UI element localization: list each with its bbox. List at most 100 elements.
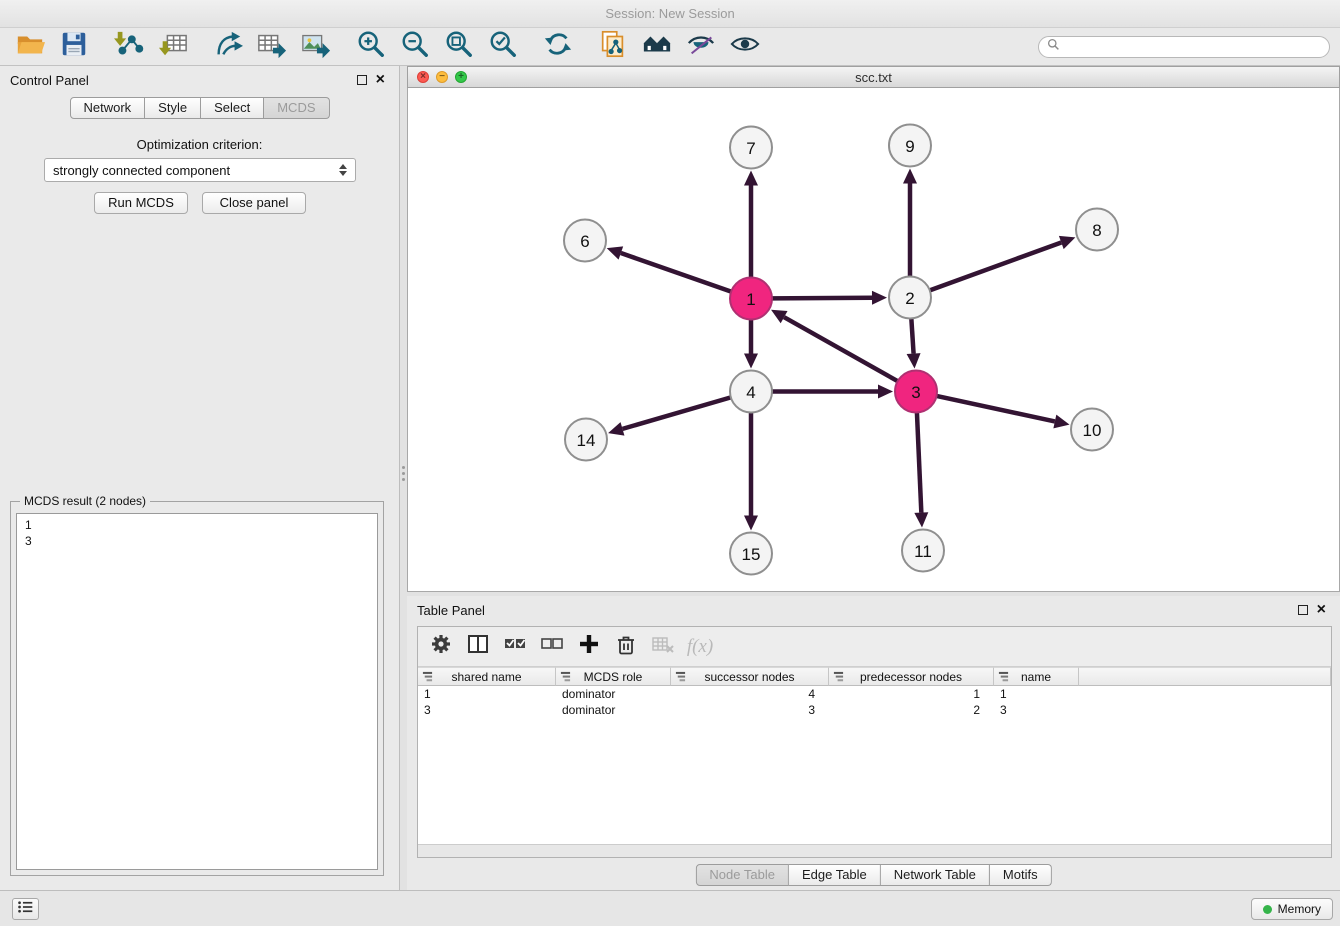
tab-node-table[interactable]: Node Table <box>695 864 789 886</box>
function-builder-icon: f(x) <box>687 636 713 658</box>
list-icon <box>17 900 34 919</box>
import-network-button[interactable] <box>109 30 149 64</box>
edge-2-9[interactable] <box>903 169 917 277</box>
column-header-name[interactable]: name <box>994 667 1079 686</box>
run-mcds-button[interactable]: Run MCDS <box>94 192 188 214</box>
table-horizontal-scrollbar[interactable] <box>418 844 1331 857</box>
node-15[interactable]: 15 <box>730 533 772 575</box>
table-row[interactable]: 1dominator411 <box>418 686 1331 702</box>
tab-network-table[interactable]: Network Table <box>881 864 990 886</box>
zoom-out-button[interactable] <box>395 30 435 64</box>
tab-motifs[interactable]: Motifs <box>990 864 1052 886</box>
zoom-in-button[interactable] <box>351 30 391 64</box>
zoom-fit-button[interactable] <box>439 30 479 64</box>
import-table-button[interactable] <box>153 30 193 64</box>
column-header-mcds-role[interactable]: MCDS role <box>556 667 671 686</box>
edge-4-3[interactable] <box>772 385 893 399</box>
window-minimize-button[interactable]: − <box>436 71 448 83</box>
apply-layout-button[interactable] <box>538 30 578 64</box>
float-table-window-icon[interactable] <box>1298 605 1308 615</box>
tab-mcds[interactable]: MCDS <box>264 97 329 119</box>
cell-shared-name[interactable]: 1 <box>418 686 556 702</box>
close-table-panel-icon[interactable]: × <box>1317 603 1326 617</box>
command-panel-button[interactable] <box>12 898 39 920</box>
edge-1-6[interactable] <box>607 246 731 291</box>
memory-button[interactable]: Memory <box>1251 898 1333 920</box>
window-close-button[interactable]: × <box>417 71 429 83</box>
node-1[interactable]: 1 <box>730 278 772 320</box>
cell-predecessor-nodes[interactable]: 1 <box>829 686 994 702</box>
edge-2-3[interactable] <box>907 318 921 368</box>
edge-1-7[interactable] <box>744 171 758 278</box>
search-box[interactable] <box>1038 36 1330 58</box>
show-columns-button[interactable] <box>463 632 493 662</box>
node-14[interactable]: 14 <box>565 419 607 461</box>
node-8[interactable]: 8 <box>1076 209 1118 251</box>
node-2[interactable]: 2 <box>889 277 931 319</box>
export-image-button[interactable] <box>296 30 336 64</box>
network-canvas[interactable]: 7 9 6 8 1 2 4 3 14 10 15 11 <box>408 88 1339 591</box>
export-table-button[interactable] <box>252 30 292 64</box>
node-label-2: 2 <box>905 289 914 308</box>
node-10[interactable]: 10 <box>1071 409 1113 451</box>
tab-select[interactable]: Select <box>201 97 264 119</box>
cell-name[interactable]: 3 <box>994 702 1079 718</box>
column-header-filler <box>1079 667 1331 686</box>
node-11[interactable]: 11 <box>902 530 944 572</box>
zoom-selected-button[interactable] <box>483 30 523 64</box>
cell-mcds-role[interactable]: dominator <box>556 686 671 702</box>
cell-shared-name[interactable]: 3 <box>418 702 556 718</box>
vertical-splitter[interactable] <box>400 66 407 890</box>
column-header-shared-name[interactable]: shared name <box>418 667 556 686</box>
close-panel-button[interactable]: Close panel <box>202 192 306 214</box>
float-window-icon[interactable] <box>357 75 367 85</box>
close-panel-icon[interactable]: × <box>376 73 385 87</box>
edge-2-8[interactable] <box>930 236 1076 290</box>
edge-3-11[interactable] <box>914 412 928 527</box>
delete-column-button[interactable] <box>611 632 641 662</box>
export-network-button[interactable] <box>208 30 248 64</box>
network-canvas-container: 7 9 6 8 1 2 4 3 14 10 15 11 <box>407 88 1340 592</box>
edge-4-14[interactable] <box>608 397 731 435</box>
table-settings-button[interactable] <box>426 632 456 662</box>
column-header-label: predecessor nodes <box>860 670 962 684</box>
node-7[interactable]: 7 <box>730 127 772 169</box>
tab-style[interactable]: Style <box>145 97 201 119</box>
search-input[interactable] <box>1065 40 1329 54</box>
edge-1-4[interactable] <box>744 320 758 369</box>
open-session-button[interactable] <box>10 30 50 64</box>
edge-3-1[interactable] <box>771 310 898 381</box>
mcds-result-text[interactable]: 1 3 <box>16 513 378 870</box>
tab-network[interactable]: Network <box>69 97 145 119</box>
new-network-from-selection-button[interactable] <box>593 30 633 64</box>
show-hide-details-button[interactable] <box>725 30 765 64</box>
cell-successor-nodes[interactable]: 4 <box>671 686 829 702</box>
window-zoom-button[interactable]: + <box>455 71 467 83</box>
cell-predecessor-nodes[interactable]: 2 <box>829 702 994 718</box>
node-6[interactable]: 6 <box>564 220 606 262</box>
optimization-criterion-select[interactable]: strongly connected component <box>44 158 356 182</box>
save-session-button[interactable] <box>54 30 94 64</box>
deselect-all-rows-button[interactable] <box>537 632 567 662</box>
first-neighbors-icon <box>642 29 672 64</box>
first-neighbors-button[interactable] <box>637 30 677 64</box>
tab-edge-table[interactable]: Edge Table <box>789 864 881 886</box>
edge-4-15[interactable] <box>744 413 758 531</box>
cell-filler <box>1079 702 1331 718</box>
table-body: 1dominator4113dominator323 <box>418 686 1331 718</box>
edge-1-2[interactable] <box>772 291 887 305</box>
column-header-predecessor-nodes[interactable]: predecessor nodes <box>829 667 994 686</box>
cell-name[interactable]: 1 <box>994 686 1079 702</box>
edge-3-10[interactable] <box>937 396 1070 428</box>
column-header-successor-nodes[interactable]: successor nodes <box>671 667 829 686</box>
cell-mcds-role[interactable]: dominator <box>556 702 671 718</box>
node-4[interactable]: 4 <box>730 371 772 413</box>
table-row[interactable]: 3dominator323 <box>418 702 1331 718</box>
graphics-details-button[interactable] <box>681 30 721 64</box>
network-window-titlebar[interactable]: ×−+ scc.txt <box>407 66 1340 88</box>
node-3[interactable]: 3 <box>895 371 937 413</box>
cell-successor-nodes[interactable]: 3 <box>671 702 829 718</box>
node-9[interactable]: 9 <box>889 125 931 167</box>
select-all-rows-button[interactable] <box>500 632 530 662</box>
add-column-button[interactable] <box>574 632 604 662</box>
